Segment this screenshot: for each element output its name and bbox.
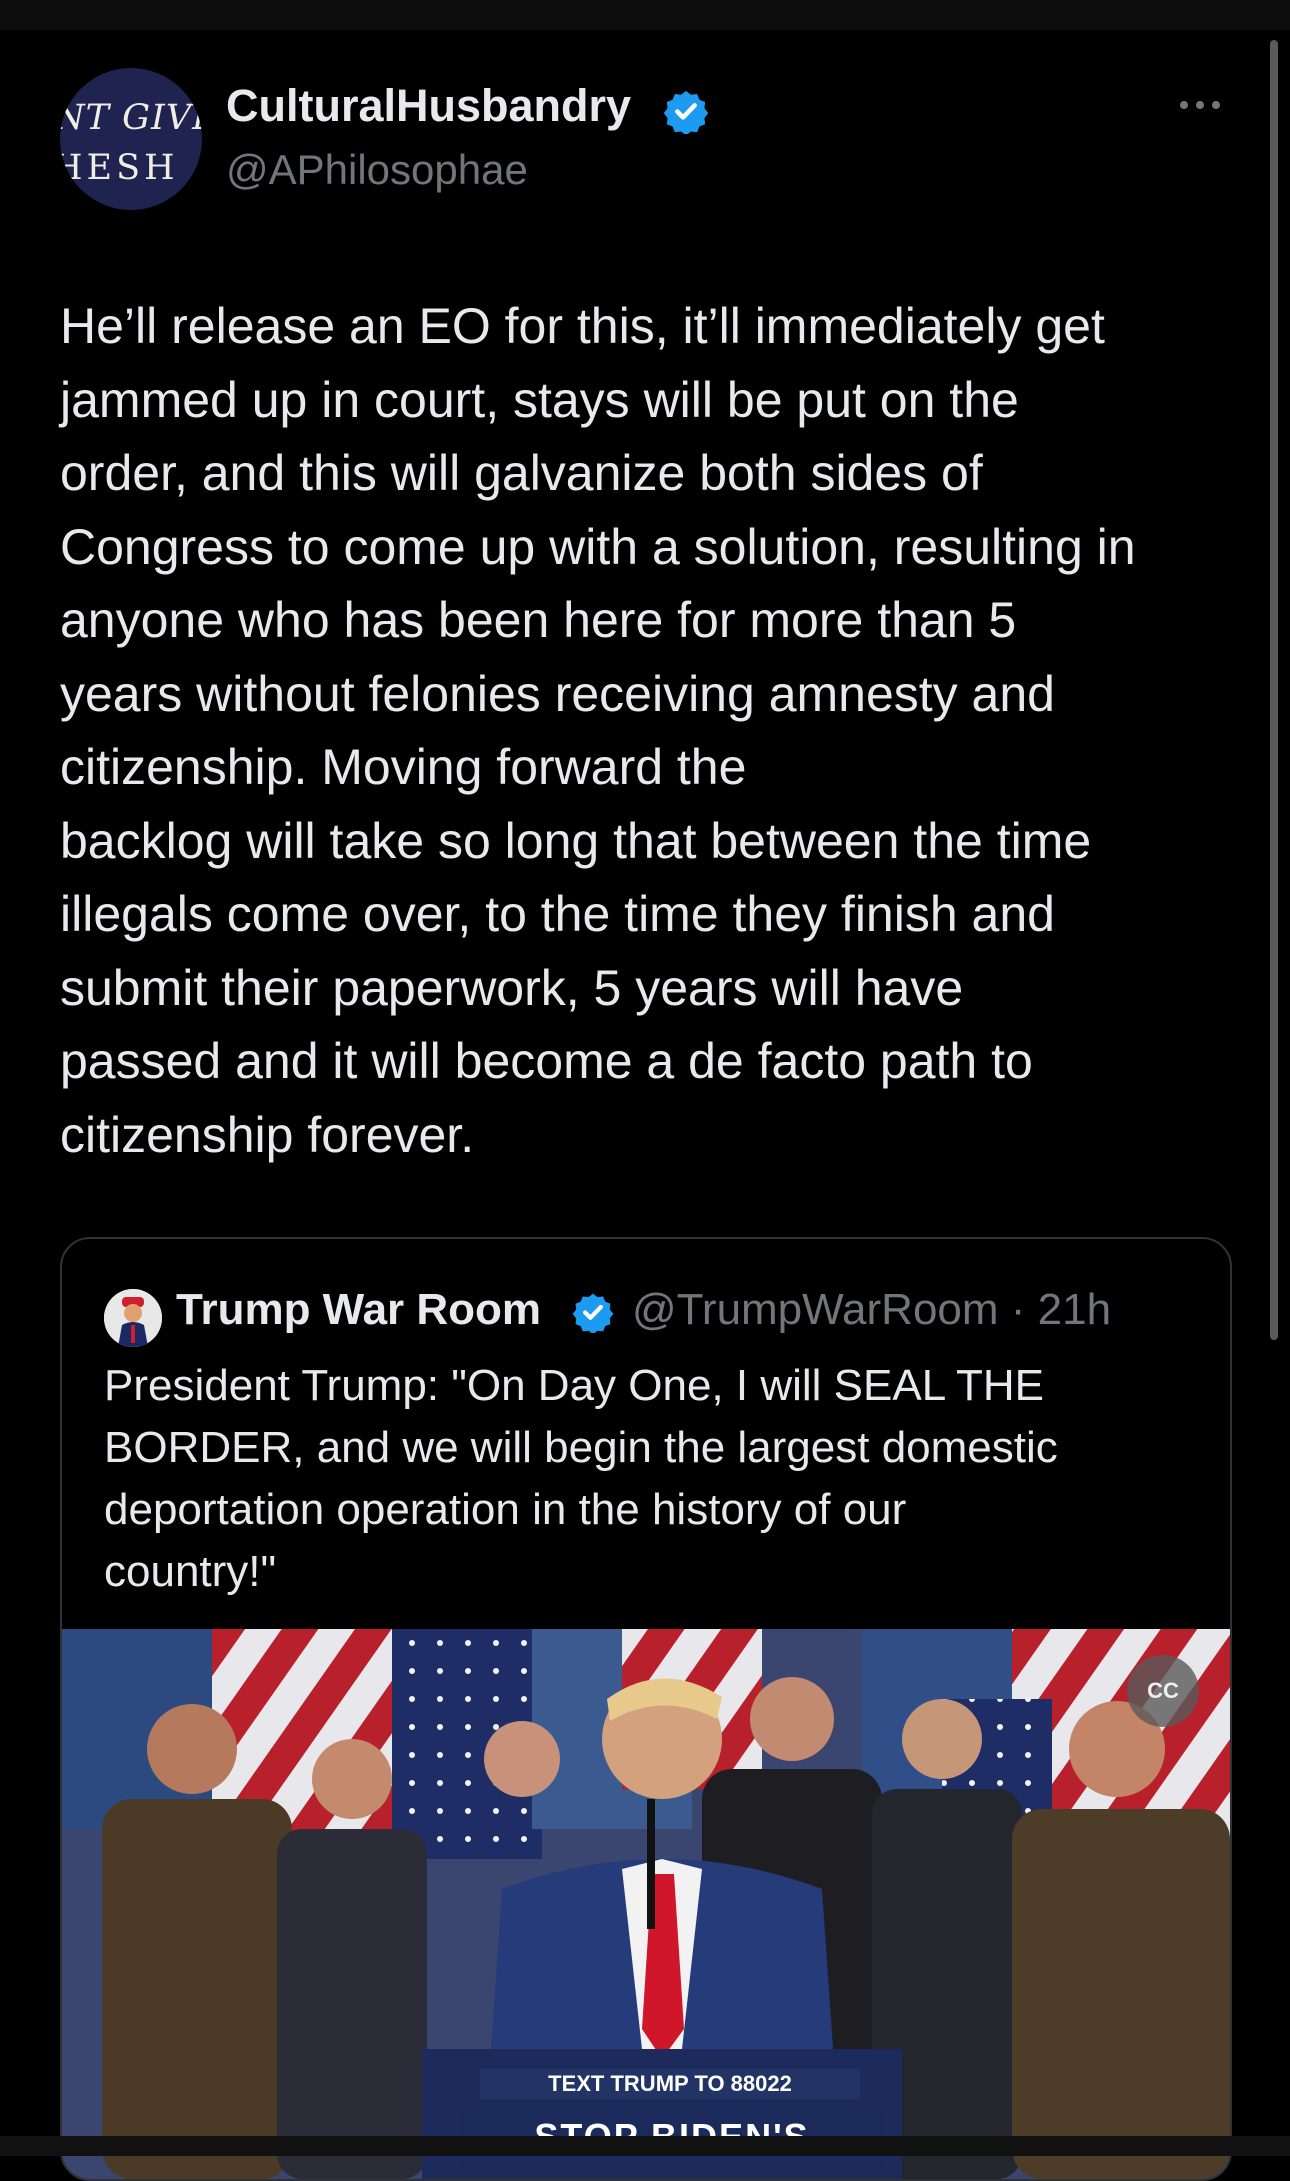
- quoted-text-line: BORDER, and we will begin the largest do…: [104, 1423, 1058, 1472]
- post-text-line: illegals come over, to the time they fin…: [60, 886, 1055, 942]
- post-text-line: submit their paperwork, 5 years will hav…: [60, 959, 964, 1016]
- post-text-line: citizenship forever.: [60, 1106, 475, 1163]
- podium-sign-line1: TEXT TRUMP TO 88022: [480, 2069, 860, 2099]
- status-bar: [0, 0, 1290, 30]
- verified-badge-icon[interactable]: [572, 1291, 614, 1333]
- more-dot: [1212, 101, 1220, 109]
- post-text-line: He’ll release an EO for this, it’ll imme…: [60, 298, 1105, 354]
- quoted-text-line: President Trump: "On Day One, I will SEA…: [104, 1361, 1044, 1410]
- author-avatar[interactable]: NT GIVE HESH: [60, 68, 202, 210]
- more-options-icon[interactable]: [1180, 94, 1226, 116]
- author-display-name[interactable]: CulturalHusbandry: [226, 80, 631, 132]
- author-handle[interactable]: @APhilosophae: [226, 146, 528, 194]
- quoted-author-name[interactable]: Trump War Room: [176, 1285, 541, 1335]
- post-text-line: jammed up in court, stays will be put on…: [60, 371, 1019, 428]
- more-dot: [1180, 101, 1188, 109]
- post-text-line: citizenship. Moving forward the: [60, 739, 747, 795]
- post-text-line: order, and this will galvanize both side…: [60, 445, 983, 501]
- avatar-text-line2: HESH: [60, 148, 179, 188]
- quoted-post-card[interactable]: Trump War Room @TrumpWarRoom · 21h Presi…: [60, 1237, 1232, 2181]
- bottom-edge: [0, 2136, 1290, 2156]
- quoted-text-line: country!": [104, 1547, 277, 1596]
- quoted-handle-time[interactable]: @TrumpWarRoom · 21h: [632, 1285, 1111, 1335]
- verified-badge-icon[interactable]: [663, 88, 709, 134]
- post-text-line: passed and it will become a de facto pat…: [60, 1033, 1033, 1089]
- more-dot: [1196, 101, 1204, 109]
- post-text-line: backlog will take so long that between t…: [60, 812, 1092, 869]
- post-text-line: anyone who has been here for more than 5: [60, 592, 1017, 648]
- quoted-post-text: President Trump: "On Day One, I will SEA…: [104, 1355, 1204, 1603]
- scrollbar[interactable]: [1270, 40, 1278, 1340]
- video-player[interactable]: CC TEXT TRUMP TO 88022 STOP BIDEN'S: [62, 1629, 1230, 2179]
- quoted-avatar-image: [104, 1289, 162, 1347]
- post-text: He’ll release an EO for this, it’ll imme…: [60, 290, 1240, 1172]
- quoted-text-line: deportation operation in the history of …: [104, 1485, 907, 1534]
- quoted-author-avatar[interactable]: [104, 1289, 162, 1347]
- post-text-line: years without felonies receiving amnesty…: [60, 665, 1055, 722]
- avatar-text-line1: NT GIVE: [60, 98, 202, 138]
- post-text-line: Congress to come up with a solution, res…: [60, 518, 1136, 575]
- captions-icon[interactable]: CC: [1127, 1655, 1199, 1727]
